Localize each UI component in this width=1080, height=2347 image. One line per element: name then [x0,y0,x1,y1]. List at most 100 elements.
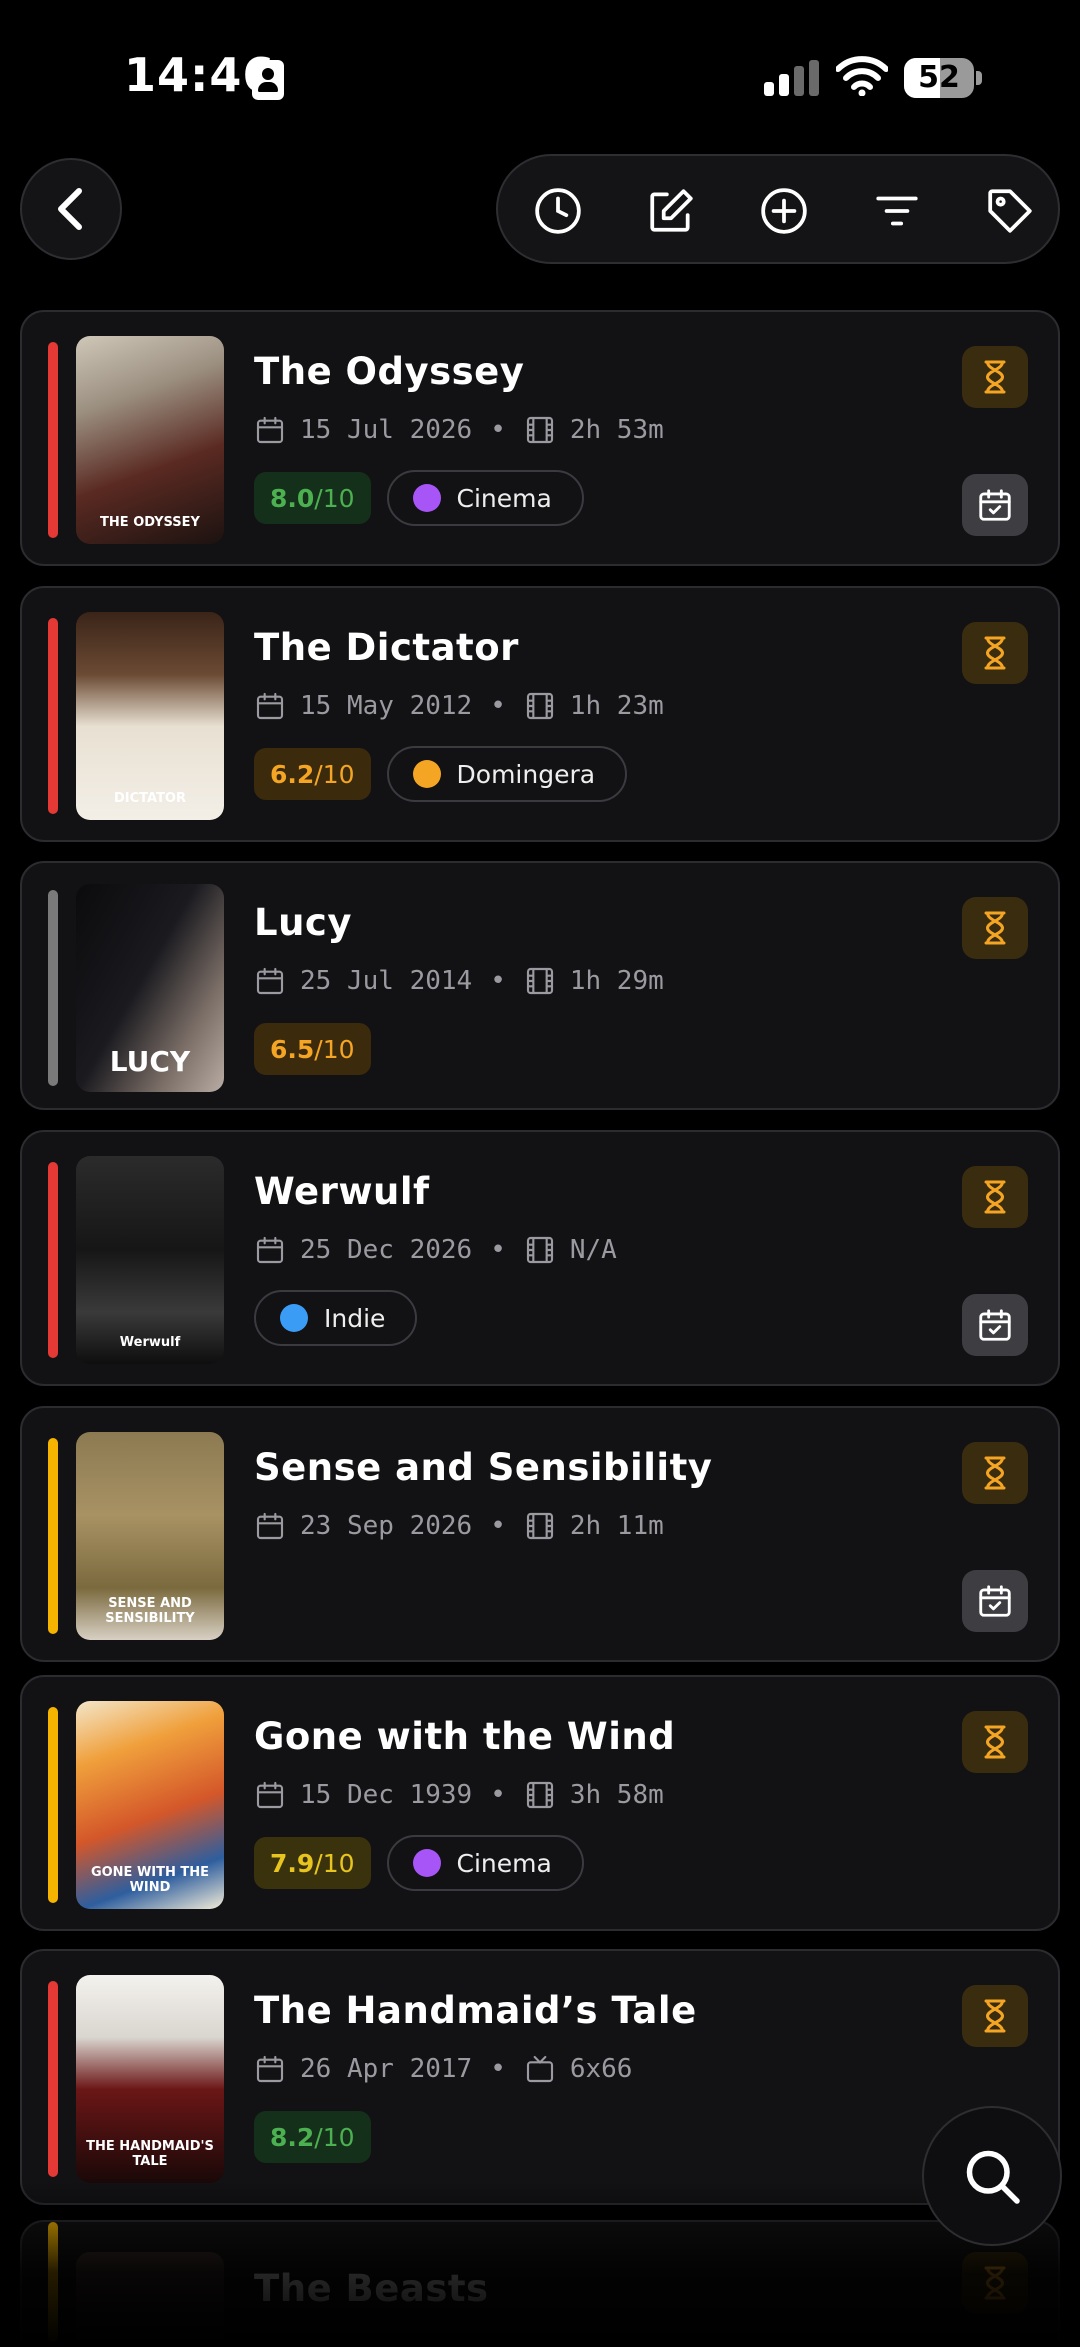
status-accent-bar [48,1981,58,2177]
media-card[interactable]: LUCY Lucy 25 Jul 2014 • 1h 29m 6.5/10 [20,861,1060,1110]
hourglass-icon [977,1998,1013,2034]
filter-button[interactable] [867,181,927,241]
media-meta: 23 Sep 2026 • 2h 11m [254,1510,664,1542]
scheduled-button[interactable] [962,1294,1028,1356]
poster-caption: THE HANDMAID'S TALE [86,2139,214,2169]
add-circle-icon [761,188,807,234]
rating-max: /10 [314,1034,355,1064]
category-color-dot [412,1849,441,1877]
calendar-check-icon [976,1306,1014,1344]
release-date: 26 Apr 2017 [300,2054,473,2084]
poster-caption: LUCY [109,1044,191,1078]
add-button[interactable] [754,181,814,241]
separator-dot: • [490,415,506,445]
category-color-dot [412,484,441,512]
search-button[interactable] [922,2106,1062,2246]
contact-card-icon [252,60,284,100]
status-accent-bar [48,1162,58,1358]
tv-icon [524,2053,556,2085]
app-screen: 14:46 52 THE ODYSSEY The Odyssey 15 Jul … [0,0,1080,2347]
pending-status-button[interactable] [962,622,1028,684]
separator-dot: • [490,1235,506,1265]
poster-image: LUCY [76,883,224,1092]
release-date: 23 Sep 2026 [300,1511,473,1541]
filter-icon [876,196,918,226]
tag-button[interactable] [980,181,1040,241]
category-label: Cinema [456,1848,552,1878]
film-icon [524,1779,556,1811]
category-chip[interactable]: Domingera [386,746,628,802]
media-card[interactable]: SENSE AND SENSIBILITY Sense and Sensibili… [20,1406,1060,1662]
status-accent-bar [48,618,58,814]
pending-status-button[interactable] [962,1442,1028,1504]
edit-button[interactable] [641,181,701,241]
edit-icon [650,189,693,232]
release-date: 15 Dec 1939 [300,1780,473,1810]
scheduled-button[interactable] [962,1570,1028,1632]
poster-caption: DICTATOR [113,791,186,806]
rating-badge: 7.9/10 [254,1837,371,1889]
top-toolbar [496,154,1060,264]
media-meta: 26 Apr 2017 • 6x66 [254,2053,632,2085]
pending-status-button[interactable] [962,1711,1028,1773]
calendar-icon [254,2053,286,2085]
tag-row: 7.9/10 Cinema [254,1835,584,1891]
hourglass-icon [977,1179,1013,1215]
calendar-icon [254,414,286,446]
media-card[interactable]: Werwulf Werwulf 25 Dec 2026 • N/A Indie [20,1130,1060,1386]
runtime: 2h 11m [569,1511,664,1541]
calendar-check-icon [976,486,1014,524]
category-chip[interactable]: Indie [254,1290,418,1346]
pending-status-button[interactable] [962,897,1028,959]
history-button[interactable] [528,181,588,241]
media-card[interactable]: THE ODYSSEY The Odyssey 15 Jul 2026 • 2h 53m… [20,310,1060,566]
media-meta: 15 May 2012 • 1h 23m [254,690,664,722]
media-title: Gone with the Wind [254,1715,676,1758]
release-date: 15 Jul 2026 [300,415,473,445]
media-card[interactable]: DICTATOR The Dictator 15 May 2012 • 1h 23m 6.… [20,586,1060,842]
poster-image: SENSE AND SENSIBILITY [76,1432,224,1640]
poster-image: Werwulf [76,1156,224,1364]
category-color-dot [280,1304,308,1332]
pending-status-button[interactable] [962,1166,1028,1228]
poster-caption: Werwulf [119,1335,181,1350]
tag-row: Indie [254,1290,418,1346]
rating-value: 6.5 [270,1034,315,1064]
back-button[interactable] [20,158,122,260]
rating-max: /10 [314,759,355,789]
separator-dot: • [490,691,506,721]
release-date: 25 Jul 2014 [300,966,473,996]
category-label: Indie [324,1303,386,1333]
media-title: Werwulf [254,1170,430,1213]
bottom-fade [0,2180,1080,2347]
hourglass-icon [977,1455,1013,1491]
status-accent-bar [48,889,58,1086]
media-meta: 25 Dec 2026 • N/A [254,1234,617,1266]
scheduled-button[interactable] [962,474,1028,536]
film-icon [524,1234,556,1266]
category-chip[interactable]: Cinema [386,1835,584,1891]
cellular-signal-icon [764,60,820,96]
rating-max: /10 [314,1848,355,1878]
category-label: Domingera [456,759,596,789]
media-title: Lucy [254,901,352,944]
calendar-icon [254,1779,286,1811]
separator-dot: • [490,2054,506,2084]
battery-level-text: 52 [918,60,960,95]
pending-status-button[interactable] [962,1985,1028,2047]
wifi-icon [835,56,889,97]
category-chip[interactable]: Cinema [386,470,584,526]
media-title: Sense and Sensibility [254,1446,713,1489]
poster-image: GONE WITH THE WIND [76,1701,224,1909]
release-date: 15 May 2012 [300,691,473,721]
rating-badge: 6.5/10 [254,1023,371,1075]
rating-value: 7.9 [270,1848,315,1878]
film-icon [524,965,556,997]
rating-max: /10 [314,2122,355,2152]
media-card[interactable]: GONE WITH THE WIND Gone with the Wind 15 D… [20,1675,1060,1931]
rating-badge: 8.2/10 [254,2111,371,2163]
poster-image: DICTATOR [76,612,224,820]
media-card[interactable]: THE HANDMAID'S TALE The Handmaid’s Tale 26… [20,1949,1060,2205]
pending-status-button[interactable] [962,346,1028,408]
runtime: 1h 29m [569,966,664,996]
